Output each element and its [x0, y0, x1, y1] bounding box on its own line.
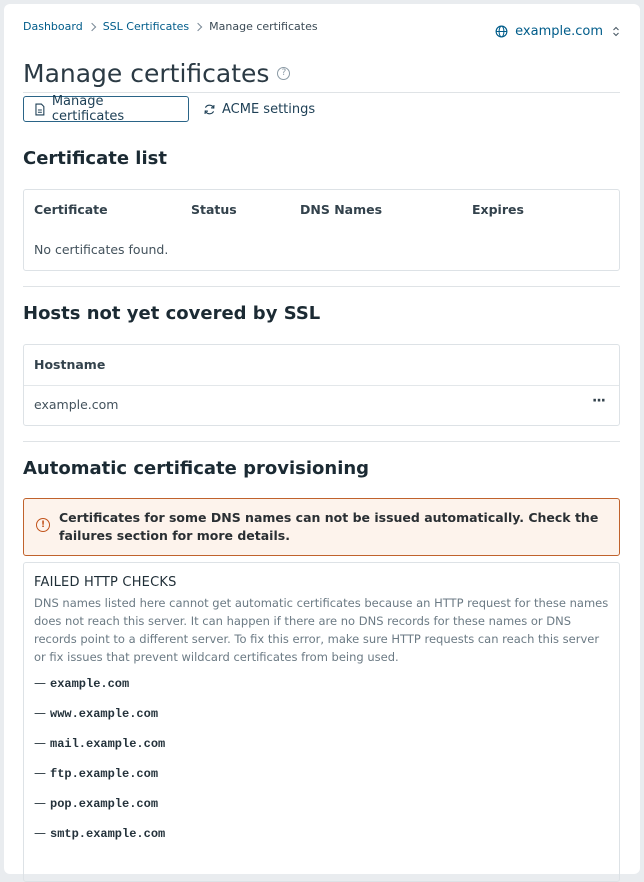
certificate-table: Certificate Status DNS Names Expires No … — [23, 189, 620, 271]
chevron-right-icon — [193, 22, 203, 31]
dash-bullet: — — [34, 826, 46, 840]
page-title-text: Manage certificates — [23, 59, 270, 88]
document-icon — [35, 103, 45, 115]
page-container: Dashboard SSL Certificates Manage certif… — [4, 4, 640, 882]
dash-bullet: — — [34, 736, 46, 750]
breadcrumb-ssl-certificates[interactable]: SSL Certificates — [103, 20, 189, 33]
list-item: — pop.example.com — [34, 792, 609, 822]
failed-host-name: example.com — [50, 677, 130, 691]
tab-manage-certificates-label: Manage certificates — [51, 94, 125, 124]
warning-alert: ! Certificates for some DNS names can no… — [23, 498, 620, 556]
globe-icon — [495, 25, 508, 38]
column-header-expires[interactable]: Expires — [472, 202, 524, 217]
section-divider — [23, 441, 620, 442]
table-row: example.com — [34, 397, 118, 412]
tab-manage-certificates[interactable]: Manage certificates — [23, 94, 189, 124]
failed-host-name: smtp.example.com — [50, 827, 166, 841]
uncovered-hosts-heading: Hosts not yet covered by SSL — [23, 303, 321, 324]
more-actions-icon[interactable]: ··· — [592, 393, 606, 409]
breadcrumb: Dashboard SSL Certificates Manage certif… — [23, 20, 318, 33]
chevron-updown-icon — [613, 26, 619, 37]
domain-switcher-label: example.com — [515, 24, 603, 39]
page-title: Manage certificates ? — [23, 59, 291, 88]
certificate-list-heading: Certificate list — [23, 148, 167, 169]
failed-host-name: pop.example.com — [50, 797, 159, 811]
failed-http-checks-panel: FAILED HTTP CHECKS DNS names listed here… — [23, 562, 620, 882]
failed-checks-description: DNS names listed here cannot get automat… — [34, 596, 609, 664]
column-header-status[interactable]: Status — [191, 202, 237, 217]
section-divider — [23, 286, 620, 287]
provisioning-heading: Automatic certificate provisioning — [23, 458, 370, 479]
warning-text: Certificates for some DNS names can not … — [59, 510, 599, 543]
breadcrumb-dashboard[interactable]: Dashboard — [23, 20, 83, 33]
uncovered-hosts-table: Hostname example.com ··· — [23, 344, 620, 426]
empty-state-text: No certificates found. — [34, 242, 169, 257]
list-item: — ftp.example.com — [34, 762, 609, 792]
column-header-dns-names[interactable]: DNS Names — [300, 202, 382, 217]
tab-acme-settings-label: ACME settings — [222, 101, 316, 117]
chevron-right-icon — [87, 22, 96, 31]
dash-bullet: — — [34, 766, 46, 780]
refresh-icon — [204, 104, 215, 114]
column-header-certificate[interactable]: Certificate — [34, 202, 108, 217]
breadcrumb-current: Manage certificates — [209, 20, 318, 33]
failed-host-name: www.example.com — [50, 707, 159, 721]
column-header-hostname[interactable]: Hostname — [34, 357, 105, 372]
list-item: — mail.example.com — [34, 732, 609, 762]
dash-bullet: — — [34, 676, 46, 690]
failed-host-name: ftp.example.com — [50, 767, 159, 781]
tab-acme-settings[interactable]: ACME settings — [193, 96, 325, 122]
list-item: — www.example.com — [34, 702, 609, 732]
tab-bar: Manage certificates ACME settings — [23, 94, 325, 124]
warning-icon: ! — [36, 518, 50, 532]
domain-switcher[interactable]: example.com — [495, 24, 620, 39]
row-divider — [24, 385, 619, 386]
list-item: — smtp.example.com — [34, 822, 609, 852]
title-divider — [23, 92, 620, 93]
list-item: — example.com — [34, 672, 609, 702]
hostname-cell: example.com — [34, 397, 119, 412]
help-icon[interactable]: ? — [277, 67, 291, 80]
dash-bullet: — — [34, 796, 46, 810]
dash-bullet: — — [34, 706, 46, 720]
failed-host-name: mail.example.com — [50, 737, 166, 751]
failed-checks-title: FAILED HTTP CHECKS — [34, 575, 177, 590]
